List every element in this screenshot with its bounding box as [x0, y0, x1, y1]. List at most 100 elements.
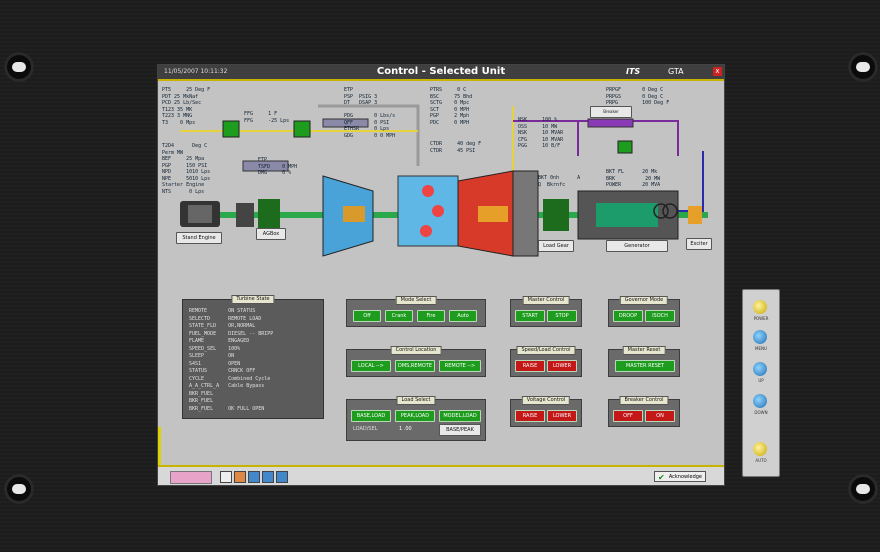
load-gear-label: Load Gear	[538, 240, 574, 252]
bottom-toolbar: ✔ Acknowledge	[158, 465, 724, 485]
model-load-button[interactable]: MODEL,LOAD	[439, 410, 481, 422]
panel-title: Mode Select	[395, 296, 437, 305]
breaker-control-panel: Breaker Control OFF ON	[608, 396, 680, 427]
exciter-label: Exciter	[686, 238, 712, 250]
voltage-control-panel: Voltage Control RAISE LOWER	[510, 396, 582, 427]
panel-title: Turbine State	[231, 295, 275, 304]
stand-engine-label: Stand Engine	[176, 232, 222, 244]
readout-block: PDG 0 Lbs/s QFF 0 PSI ETHSR 0 Lps GDG 0 …	[344, 113, 396, 139]
load-select-label: LOAD/SEL	[353, 426, 378, 432]
speed-raise-button[interactable]: RAISE	[515, 360, 545, 372]
readout-block: ETP PSP PSIG 3 DT DSAP 3	[344, 87, 378, 106]
acknowledge-label: Acknowledge	[668, 474, 702, 480]
acknowledge-button[interactable]: ✔ Acknowledge	[654, 471, 706, 482]
gauge-icon	[222, 120, 240, 138]
generator-label: Generator	[606, 240, 668, 252]
master-reset-panel: Master Reset MASTER RESET	[608, 346, 680, 377]
exciter-icon	[688, 206, 702, 224]
readout-block: BKT 0nh A Q Bkrnfc	[538, 175, 581, 188]
local-button[interactable]: LOCAL -->	[351, 360, 391, 372]
its-logo: ITS	[626, 67, 641, 76]
turbine-state-panel: Turbine State REMOTE ON STATUS SELECTD R…	[182, 295, 324, 419]
auto-button[interactable]	[753, 442, 767, 456]
stop-button[interactable]: STOP	[547, 310, 577, 322]
close-button[interactable]: x	[713, 67, 722, 76]
mounting-hole	[4, 474, 34, 504]
readout-block: PTRS 0 C BSC 75 Bhd SCTG 0 Mpc SCT 0 MPH…	[430, 87, 473, 126]
panel-title: Control Location	[390, 346, 442, 355]
load-gear-icon	[543, 199, 569, 231]
readout-block: PT5 25 Deg F PDT 25 MkNaf PCD 25 Lb/Sec …	[162, 87, 211, 126]
base-peak-input[interactable]: BASE/PEAK	[439, 424, 481, 436]
master-control-panel: Master Control START STOP	[510, 296, 582, 327]
breaker-icon	[587, 118, 634, 128]
start-button[interactable]: START	[515, 310, 545, 322]
remote-button[interactable]: REMOTE -->	[439, 360, 481, 372]
gauge-icon	[293, 120, 311, 138]
dms-remote-button[interactable]: DMS,REMOTE	[395, 360, 435, 372]
report-icon[interactable]	[262, 471, 274, 483]
droop-button[interactable]: DROOP	[613, 310, 643, 322]
readout-block: PRPGF 0 Deg C PRPGS 0 Deg C PRPG 100 Deg…	[606, 87, 670, 106]
voltage-lower-button[interactable]: LOWER	[547, 410, 577, 422]
breaker-on-button[interactable]: ON	[645, 410, 675, 422]
gearbox-icon	[258, 199, 280, 231]
governor-mode-panel: Governor Mode DROOP ISOCH	[608, 296, 680, 327]
side-label: UP	[758, 378, 764, 383]
speed-lower-button[interactable]: LOWER	[547, 360, 577, 372]
brand-label: GTA	[668, 67, 684, 76]
base-load-button[interactable]: BASE,LOAD	[351, 410, 391, 422]
hmi-screen: 11/05/2007 10:11:32 Control - Selected U…	[157, 64, 725, 486]
turbine-state-lines: REMOTE ON STATUS SELECTD REMOTE LOAD STA…	[189, 308, 274, 412]
readout-block: NSK 100 % OSS 10 MW NSK 10 MVAR CFG 10 M…	[518, 117, 564, 149]
exhaust-icon	[512, 170, 539, 257]
alarm-status-box[interactable]	[170, 471, 212, 484]
panel-title: Master Control	[522, 296, 570, 305]
print-icon[interactable]	[220, 471, 232, 483]
panel-title: Master Reset	[622, 346, 666, 355]
alarm-icon[interactable]	[234, 471, 246, 483]
mode-crank-button[interactable]: Crank	[385, 310, 413, 322]
readout-block: ETP TSFD 0 MPH DMG 0 %	[258, 157, 298, 176]
panel-title: Voltage Control	[521, 396, 571, 405]
mode-fire-button[interactable]: Fire	[417, 310, 445, 322]
menu-button[interactable]	[753, 330, 767, 344]
side-label: POWER	[753, 316, 769, 321]
isoch-button[interactable]: ISOCH	[645, 310, 675, 322]
load-select-value: 1 .00	[399, 426, 412, 432]
gauge-icon	[617, 140, 633, 154]
trend-icon[interactable]	[248, 471, 260, 483]
title-bar: 11/05/2007 10:11:32 Control - Selected U…	[158, 65, 724, 81]
mounting-hole	[848, 474, 878, 504]
voltage-raise-button[interactable]: RAISE	[515, 410, 545, 422]
panel-title: Governor Mode	[619, 296, 669, 305]
readout-block: T2D4 Deg C Perm MW BEF 25 Mpa PGP 150 PS…	[162, 143, 211, 195]
mounting-hole	[4, 52, 34, 82]
readout-block: CTDR 40 deg F CTDR 45 PSI	[430, 141, 482, 154]
side-control-panel: POWER MENU UP DOWN AUTO	[742, 289, 780, 477]
master-reset-button[interactable]: MASTER RESET	[615, 360, 675, 372]
mode-auto-button[interactable]: Auto	[449, 310, 477, 322]
speed-load-control-panel: Speed/Load Control RAISE LOWER	[510, 346, 582, 377]
power-led-button[interactable]	[753, 300, 767, 314]
side-label: MENU	[755, 346, 767, 351]
peak-load-button[interactable]: PEAK,LOAD	[395, 410, 435, 422]
panel-title: Load Select	[396, 396, 436, 405]
up-button[interactable]	[753, 362, 767, 376]
control-location-panel: Control Location LOCAL --> DMS,REMOTE RE…	[346, 346, 486, 377]
mode-select-panel: Mode Select Off Crank Fire Auto	[346, 296, 486, 327]
help-icon[interactable]	[276, 471, 288, 483]
down-button[interactable]	[753, 394, 767, 408]
panel-title: Speed/Load Control	[516, 346, 576, 355]
breaker-off-button[interactable]: OFF	[613, 410, 643, 422]
breaker-label: Breaker	[590, 106, 632, 118]
side-label: AUTO	[755, 458, 767, 463]
readout-block: BKT FL 20 Mk BRK 20 MW POWER 20 MVA	[606, 169, 661, 188]
readout-block: FFG 1 F FFG -25 Lps	[244, 111, 290, 124]
mode-off-button[interactable]: Off	[353, 310, 381, 322]
side-label: DOWN	[754, 410, 768, 415]
panel-title: Breaker Control	[619, 396, 669, 405]
check-icon: ✔	[658, 473, 665, 482]
mounting-hole	[848, 52, 878, 82]
alarm-edge-indicator	[158, 427, 161, 467]
